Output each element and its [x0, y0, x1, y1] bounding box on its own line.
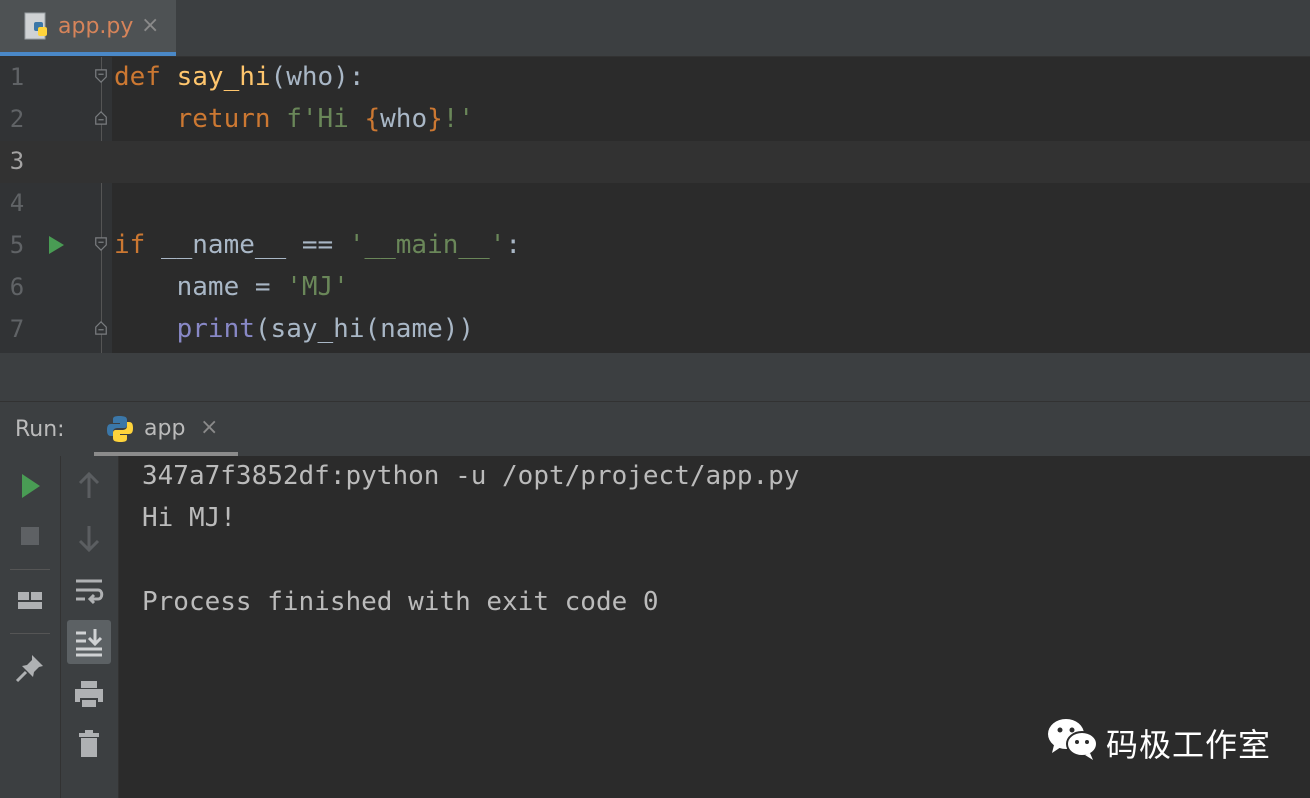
- layout-button[interactable]: [8, 578, 52, 622]
- stop-button[interactable]: [8, 514, 52, 558]
- code-token: :: [505, 230, 522, 260]
- run-panel-label: Run:: [15, 417, 65, 442]
- fold-close-icon[interactable]: [94, 321, 108, 335]
- soft-wrap-icon: [76, 579, 104, 605]
- code-line[interactable]: 4: [0, 183, 1310, 225]
- fold-close-icon[interactable]: [94, 111, 108, 125]
- code-token: if: [114, 230, 146, 260]
- console-program-output: Hi MJ!: [142, 503, 236, 533]
- code-token: 'MJ': [286, 272, 349, 302]
- python-file-icon: [24, 12, 47, 40]
- code-token: {: [364, 104, 381, 134]
- pin-icon: [15, 655, 43, 683]
- arrow-up-icon: [78, 471, 100, 498]
- python-logo-icon: [107, 416, 133, 442]
- clear-all-button[interactable]: [67, 722, 111, 766]
- code-text: print(say_hi(name)): [114, 314, 474, 344]
- stop-icon: [21, 527, 39, 545]
- code-token: print: [176, 314, 255, 344]
- code-line[interactable]: 7 print(say_hi(name)): [0, 309, 1310, 351]
- line-number: 2: [9, 105, 25, 133]
- watermark-text: 码极工作室: [1106, 726, 1272, 764]
- layout-icon: [18, 592, 42, 609]
- run-toolbar-secondary: [61, 456, 119, 798]
- pin-tab-button[interactable]: [8, 646, 52, 690]
- code-line[interactable]: 1 def say_hi(who):: [0, 57, 1310, 99]
- code-text: name = 'MJ': [114, 272, 349, 302]
- code-text: if __name__ == '__main__':: [114, 230, 521, 260]
- code-token: '__main__': [348, 230, 506, 260]
- line-number: 1: [9, 63, 25, 91]
- line-number: 5: [9, 231, 25, 259]
- soft-wrap-button[interactable]: [67, 568, 111, 612]
- code-line[interactable]: 6 name = 'MJ': [0, 267, 1310, 309]
- editor-tab-bar: app.py ×: [0, 0, 1310, 57]
- line-number: 7: [9, 315, 25, 343]
- editor-tab-label: app.py: [58, 14, 134, 39]
- code-token: f'Hi: [286, 104, 365, 134]
- previous-occurrence-button[interactable]: [67, 464, 111, 508]
- trash-icon: [79, 730, 99, 757]
- line-number: 6: [9, 273, 25, 301]
- code-line[interactable]: 5 if __name__ == '__main__':: [0, 225, 1310, 267]
- toolbar-separator: [10, 633, 50, 634]
- code-text: def say_hi(who):: [114, 62, 364, 92]
- code-editor[interactable]: 1 def say_hi(who): 2 return f'Hi {who}!' 3 4…: [0, 57, 1310, 353]
- wechat-watermark: 码极工作室: [1046, 716, 1286, 766]
- console-exit-message: Process finished with exit code 0: [142, 587, 659, 617]
- code-token: }: [427, 104, 443, 134]
- run-toolbar-primary: [0, 456, 61, 798]
- code-token: who: [380, 104, 428, 134]
- code-token: def: [114, 62, 161, 92]
- close-run-tab-icon[interactable]: ×: [200, 415, 218, 440]
- code-token: (who):: [270, 62, 365, 92]
- code-token: say_hi: [176, 62, 271, 92]
- code-token: (say_hi(name)): [254, 314, 475, 344]
- code-token: !': [442, 104, 475, 134]
- run-icon: [22, 474, 40, 498]
- wechat-logo-icon: [1048, 719, 1098, 760]
- code-token: name =: [114, 272, 287, 302]
- console-command-line: 347a7f3852df:python -u /opt/project/app.…: [142, 461, 800, 491]
- editor-footer: [0, 353, 1310, 401]
- close-tab-icon[interactable]: ×: [141, 13, 159, 38]
- code-line[interactable]: 3: [0, 141, 1310, 183]
- print-button[interactable]: [67, 672, 111, 716]
- fold-open-icon[interactable]: [94, 237, 108, 251]
- rerun-button[interactable]: [8, 464, 52, 508]
- arrow-down-icon: [78, 526, 100, 553]
- line-number: 4: [9, 189, 25, 217]
- editor-tab-app-py[interactable]: app.py ×: [0, 0, 176, 56]
- scroll-to-end-icon: [76, 629, 103, 657]
- code-token: return: [176, 104, 271, 134]
- next-occurrence-button[interactable]: [67, 516, 111, 560]
- run-tab-app[interactable]: app ×: [94, 402, 238, 456]
- print-icon: [75, 681, 103, 709]
- toolbar-separator: [10, 569, 50, 570]
- code-line[interactable]: 2 return f'Hi {who}!': [0, 99, 1310, 141]
- run-tab-label: app: [144, 416, 186, 441]
- line-number: 3: [9, 147, 25, 175]
- fold-open-icon[interactable]: [94, 69, 108, 83]
- gutter-run-icon[interactable]: [49, 236, 64, 254]
- scroll-to-end-button[interactable]: [67, 620, 111, 664]
- code-text: return f'Hi {who}!': [114, 104, 474, 134]
- code-token: __name__ ==: [145, 230, 349, 260]
- run-panel-header: Run: app ×: [0, 401, 1310, 457]
